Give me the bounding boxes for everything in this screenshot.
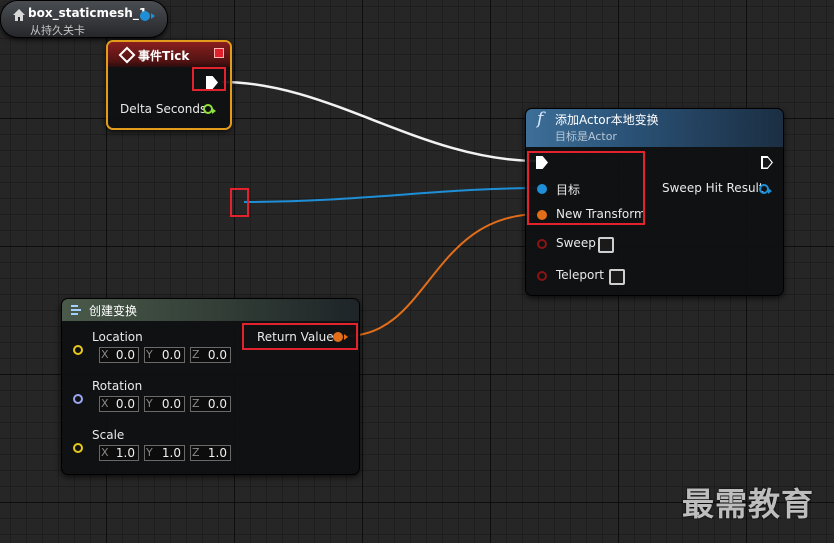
function-node-title: 添加Actor本地变换 bbox=[555, 113, 659, 127]
sweep-checkbox[interactable] bbox=[598, 237, 614, 253]
rotation-y-field[interactable]: Y 0.0 bbox=[144, 396, 185, 412]
variable-subtitle: 从持久关卡 bbox=[30, 24, 85, 37]
scale-label: Scale bbox=[92, 428, 125, 442]
event-tick-node[interactable]: 事件Tick Delta Seconds bbox=[106, 40, 232, 130]
variable-name: box_staticmesh_1 bbox=[28, 6, 148, 20]
make-node-header[interactable]: 创建变换 bbox=[62, 299, 359, 321]
rotation-pin[interactable] bbox=[73, 394, 83, 404]
return-value-label: Return Value bbox=[257, 330, 334, 344]
transform-wire bbox=[345, 213, 541, 337]
new-transform-pin[interactable] bbox=[537, 210, 547, 220]
scale-pin[interactable] bbox=[73, 443, 83, 453]
location-pin[interactable] bbox=[73, 345, 83, 355]
function-node-subtitle: 目标是Actor bbox=[555, 130, 617, 143]
sweep-label: Sweep bbox=[556, 236, 596, 250]
target-label: 目标 bbox=[556, 183, 581, 197]
sweep-hit-result-label: Sweep Hit Result bbox=[662, 181, 764, 195]
target-pin[interactable] bbox=[537, 184, 547, 194]
scale-x-field[interactable]: X 1.0 bbox=[99, 445, 139, 461]
rotation-x-field[interactable]: X 0.0 bbox=[99, 396, 139, 412]
event-node-header[interactable]: 事件Tick bbox=[108, 42, 230, 67]
location-x-field[interactable]: X 0.0 bbox=[99, 347, 139, 363]
event-stop-icon bbox=[214, 48, 224, 58]
teleport-label: Teleport bbox=[556, 268, 604, 282]
exec-wire bbox=[221, 80, 537, 163]
hit-result-pin[interactable] bbox=[759, 184, 772, 194]
make-transform-node[interactable]: 创建变换 Return Value Location X 0.0 Y 0.0 Z 0.… bbox=[61, 298, 360, 475]
object-out-pin[interactable] bbox=[140, 11, 155, 21]
teleport-checkbox[interactable] bbox=[609, 269, 625, 285]
scale-y-field[interactable]: Y 1.0 bbox=[144, 445, 185, 461]
new-transform-label: New Transform bbox=[556, 207, 646, 221]
location-y-field[interactable]: Y 0.0 bbox=[144, 347, 185, 363]
return-value-pin[interactable] bbox=[333, 332, 348, 342]
location-z-field[interactable]: Z 0.0 bbox=[190, 347, 231, 363]
rotation-label: Rotation bbox=[92, 379, 143, 393]
make-node-title: 创建变换 bbox=[89, 304, 138, 318]
delta-seconds-label: Delta Seconds bbox=[120, 102, 207, 116]
home-icon bbox=[13, 9, 25, 21]
teleport-pin[interactable] bbox=[537, 271, 547, 281]
rotation-z-field[interactable]: Z 0.0 bbox=[190, 396, 231, 412]
target-wire bbox=[243, 187, 541, 203]
exec-out-pin[interactable] bbox=[206, 76, 218, 89]
watermark: 最需教育 bbox=[682, 485, 815, 523]
float-pin[interactable] bbox=[203, 104, 216, 114]
exec-in-pin[interactable] bbox=[536, 156, 548, 169]
exec-out-pin[interactable] bbox=[761, 156, 773, 169]
function-icon: f bbox=[537, 109, 544, 129]
sweep-pin[interactable] bbox=[537, 239, 547, 249]
make-struct-icon bbox=[71, 305, 81, 315]
diamond-icon bbox=[118, 46, 136, 64]
location-label: Location bbox=[92, 330, 143, 344]
scale-z-field[interactable]: Z 1.0 bbox=[190, 445, 231, 461]
function-node-header[interactable]: f 添加Actor本地变换 目标是Actor bbox=[526, 109, 783, 147]
add-actor-local-transform-node[interactable]: f 添加Actor本地变换 目标是Actor 目标 Sweep Hit Resu… bbox=[525, 108, 784, 296]
event-node-title: 事件Tick bbox=[138, 49, 190, 63]
